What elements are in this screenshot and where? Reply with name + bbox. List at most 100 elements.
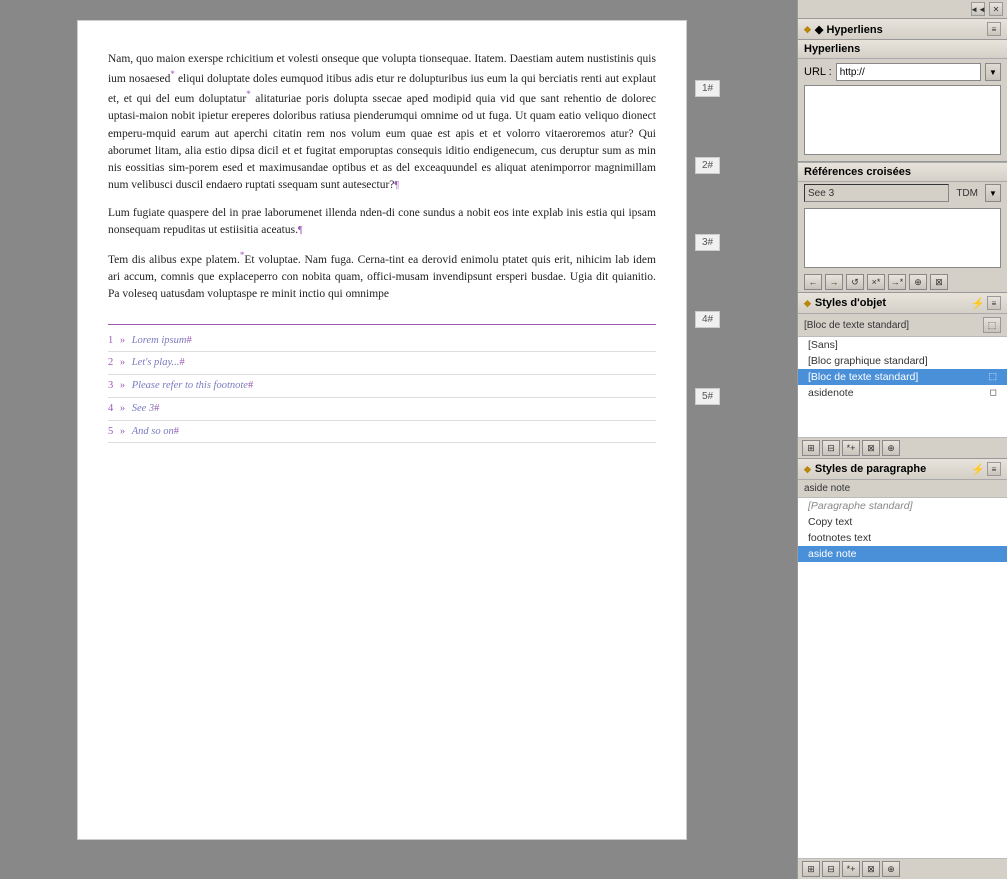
panel-menu-button[interactable]: ✕ (989, 2, 1003, 16)
cross-ref-close-button[interactable]: ⊠ (930, 274, 948, 290)
footnote-num-3: 3 (108, 380, 113, 391)
para-style-item-aside[interactable]: aside note (798, 546, 1007, 562)
footnote-num-5: 5 (108, 426, 113, 437)
obj-styles-controls: ⚡ ≡ (971, 296, 1001, 310)
cross-references-panel: Références croisées TDM ▼ ← → ↺ ×* →* ⊕ … (798, 162, 1007, 293)
hyperlinks-panel-controls: ≡ (987, 22, 1001, 36)
cross-ref-tdm-label: TDM (953, 188, 981, 199)
panel-collapse-button[interactable]: ◄◄ (971, 2, 985, 16)
paragraph-1: Nam, quo maion exerspe rchicitium et vol… (108, 51, 656, 195)
footnote-line-3: 3 » Please refer to this footnote# (108, 375, 656, 398)
obj-styles-breadcrumb: [Bloc de texte standard] ⬚ (798, 314, 1007, 337)
obj-styles-menu-btn[interactable]: ≡ (987, 296, 1001, 310)
hyperlinks-section-title: Hyperliens (804, 43, 860, 55)
para-style-item-footnotes[interactable]: footnotes text (798, 530, 1007, 546)
para-styles-controls: ⚡ ≡ (971, 462, 1001, 476)
obj-style-item-texte[interactable]: [Bloc de texte standard] ⬚ (798, 369, 1007, 385)
obj-style-item-sans[interactable]: [Sans] (798, 337, 1007, 353)
obj-styles-breadcrumb-icon: ⬚ (983, 317, 1001, 333)
footnote-arrow-3: » (120, 380, 128, 391)
obj-styles-list: [Sans] [Bloc graphique standard] [Bloc d… (798, 337, 1007, 437)
obj-styles-dup-btn[interactable]: ⊟ (822, 440, 840, 456)
para-styles-del-btn[interactable]: ⊠ (862, 861, 880, 877)
footnote-hash-1: # (186, 335, 191, 346)
footnote-text-5: And so on (132, 426, 174, 437)
obj-styles-title: Styles d'objet (815, 297, 886, 309)
footnote-arrow-1: » (120, 335, 128, 346)
footnote-hash-2: # (179, 357, 184, 368)
cross-ref-forward-button[interactable]: → (825, 274, 843, 290)
obj-style-item-asidenote[interactable]: asidenote ◻ (798, 385, 1007, 401)
panel-top-controls: ◄◄ ✕ (798, 0, 1007, 19)
footnote-hash-5: # (174, 426, 179, 437)
footnote-text-1: Lorem ipsum (132, 335, 187, 346)
line-number-2: 2# (695, 157, 720, 174)
obj-styles-new-btn[interactable]: ⊞ (802, 440, 820, 456)
footnote-num-2: 2 (108, 357, 113, 368)
para-styles-dup-btn[interactable]: ⊟ (822, 861, 840, 877)
para-styles-toolbar: ⊞ ⊟ *+ ⊠ ⊕ (798, 858, 1007, 879)
cross-ref-input-row: TDM ▼ (798, 182, 1007, 204)
footnote-marker-3[interactable]: * (240, 250, 245, 260)
obj-styles-edit-btn[interactable]: *+ (842, 440, 860, 456)
obj-styles-del-btn[interactable]: ⊠ (862, 440, 880, 456)
footnote-arrow-2: » (120, 357, 128, 368)
footnote-arrow-4: » (120, 403, 128, 414)
footnote-marker-1[interactable]: * (170, 69, 175, 79)
footnote-line-5: 5 » And so on# (108, 421, 656, 444)
line-number-1: 1# (695, 80, 720, 97)
obj-styles-lightning-icon: ⚡ (971, 297, 985, 310)
cross-ref-link-button[interactable]: →* (888, 274, 906, 290)
cross-ref-plus-button[interactable]: ⊕ (909, 274, 927, 290)
footnote-num-4: 4 (108, 403, 113, 414)
cross-ref-dropdown-button[interactable]: ▼ (985, 184, 1001, 202)
line-number-3: 3# (695, 234, 720, 251)
footnote-text-3: Please refer to this footnote (132, 380, 248, 391)
footnote-text-2: Let's play... (132, 357, 180, 368)
footnote-arrow-5: » (120, 426, 128, 437)
obj-style-icon-aside: ◻ (990, 387, 997, 398)
cross-ref-back-button[interactable]: ← (804, 274, 822, 290)
hyperlinks-panel-title: ◆ Hyperliens (815, 23, 883, 36)
footnote-section: 1 » Lorem ipsum# 2 » Let's play...# 3 » … (108, 324, 656, 444)
hyperlinks-section-title-bar: Hyperliens (798, 40, 1007, 59)
footnote-text-4: See 3 (132, 403, 154, 414)
right-panel: ◄◄ ✕ ◆ ◆ Hyperliens ≡ Hyperliens URL : ▼ (797, 0, 1007, 879)
hyperlinks-diamond-icon: ◆ (804, 24, 811, 35)
footnote-line-1: 1 » Lorem ipsum# (108, 330, 656, 353)
hyperlinks-panel: ◆ ◆ Hyperliens ≡ Hyperliens URL : ▼ (798, 19, 1007, 162)
obj-styles-more-btn[interactable]: ⊕ (882, 440, 900, 456)
para-styles-menu-btn[interactable]: ≡ (987, 462, 1001, 476)
obj-style-icon-texte: ⬚ (988, 371, 997, 382)
cross-ref-see-input[interactable] (804, 184, 949, 202)
document-page: Nam, quo maion exerspe rchicitium et vol… (77, 20, 687, 840)
footnote-marker-2[interactable]: * (246, 89, 251, 99)
url-dropdown-button[interactable]: ▼ (985, 63, 1001, 81)
hyperlinks-panel-title-group: ◆ ◆ Hyperliens (804, 23, 883, 36)
hyperlinks-menu-btn[interactable]: ≡ (987, 22, 1001, 36)
para-styles-breadcrumb-text: aside note (804, 483, 850, 494)
para-styles-new-btn[interactable]: ⊞ (802, 861, 820, 877)
para-styles-edit-btn[interactable]: *+ (842, 861, 860, 877)
para-styles-panel: ◆ Styles de paragraphe ⚡ ≡ aside note [P… (798, 459, 1007, 879)
url-input[interactable] (836, 63, 981, 81)
obj-styles-diamond-icon: ◆ (804, 298, 811, 309)
para-style-item-copy[interactable]: Copy text (798, 514, 1007, 530)
para-styles-diamond-icon: ◆ (804, 464, 811, 475)
footnote-line-4: 4 » See 3# (108, 398, 656, 421)
obj-style-item-graphique[interactable]: [Bloc graphique standard] (798, 353, 1007, 369)
cross-ref-refresh-button[interactable]: ↺ (846, 274, 864, 290)
obj-styles-breadcrumb-text: [Bloc de texte standard] (804, 320, 909, 331)
para-styles-header: ◆ Styles de paragraphe ⚡ ≡ (798, 459, 1007, 480)
obj-styles-title-group: ◆ Styles d'objet (804, 297, 886, 309)
main-area: Nam, quo maion exerspe rchicitium et vol… (0, 0, 797, 879)
footnote-hash-3: # (248, 380, 253, 391)
page-content: Nam, quo maion exerspe rchicitium et vol… (108, 51, 656, 443)
document-wrapper: Nam, quo maion exerspe rchicitium et vol… (77, 20, 720, 840)
cross-ref-toolbar: ← → ↺ ×* →* ⊕ ⊠ (798, 272, 1007, 292)
paragraph-3: Tem dis alibus expe platem.*Et voluptae.… (108, 249, 656, 304)
cross-ref-asterisk-button[interactable]: ×* (867, 274, 885, 290)
para-styles-more-btn[interactable]: ⊕ (882, 861, 900, 877)
url-label: URL : (804, 66, 832, 78)
para-style-item-standard[interactable]: [Paragraphe standard] (798, 498, 1007, 514)
